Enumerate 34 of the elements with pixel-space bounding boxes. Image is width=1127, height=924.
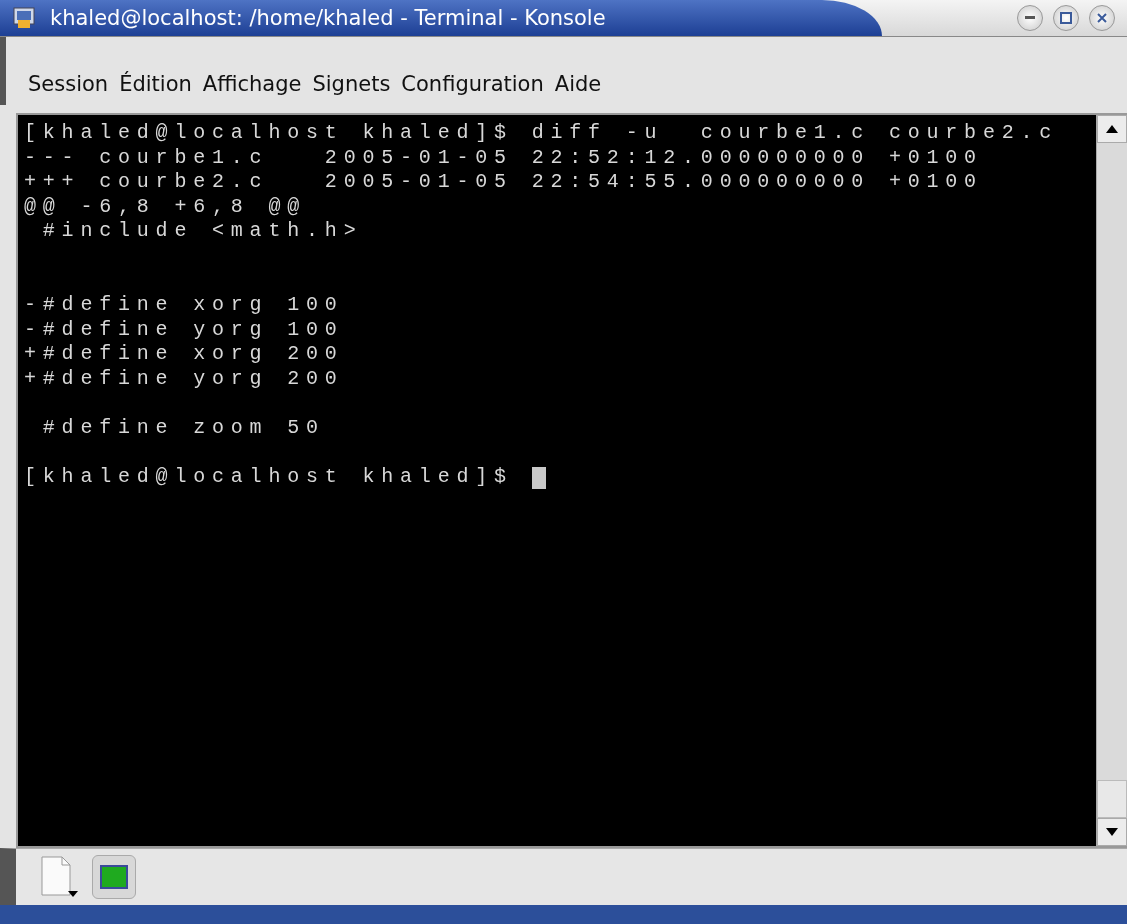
terminal-session-button[interactable] <box>92 855 136 899</box>
menu-item[interactable]: Session <box>28 72 109 96</box>
terminal-line: -#define yorg 100 <box>24 317 344 343</box>
close-icon <box>1096 12 1108 24</box>
scroll-up-button[interactable] <box>1097 115 1127 143</box>
minimize-icon <box>1025 16 1035 20</box>
maximize-button[interactable] <box>1053 5 1079 31</box>
terminal-line: +++ courbe2.c 2005-01-05 22:54:55.000000000 +0100 <box>24 170 983 195</box>
minimize-button[interactable] <box>1017 5 1043 31</box>
terminal-line: #define zoom 50 <box>41 416 325 441</box>
scroll-thumb[interactable] <box>1097 780 1127 818</box>
menu-item[interactable]: Aide <box>554 72 602 96</box>
scroll-down-button[interactable] <box>1097 818 1127 846</box>
document-icon <box>38 855 78 899</box>
terminal-line: @@ -6,8 +6,8 @@ <box>24 194 307 220</box>
terminal-line: -#define xorg 100 <box>24 293 344 318</box>
terminal-app-icon <box>12 6 36 30</box>
terminal-line: #include <math.h> <box>41 219 363 244</box>
menu-item[interactable]: Configuration <box>401 72 544 96</box>
maximize-icon <box>1060 12 1072 24</box>
window-title: khaled@localhost: /home/khaled - Terminal - Konsole <box>50 6 606 30</box>
terminal-line: [khaled@localhost khaled]$ diff -u courbe1.c courbe2.c <box>24 121 1059 146</box>
up-arrow-icon <box>1106 125 1118 133</box>
terminal-line: +#define xorg 200 <box>24 342 344 367</box>
menu-item[interactable]: Signets <box>312 72 391 96</box>
menu-item[interactable]: Édition <box>119 72 192 96</box>
terminal-line: --- courbe1.c 2005-01-05 22:52:12.000000000 +0100 <box>24 145 983 171</box>
text-cursor <box>531 466 546 489</box>
terminal-line: +#define yorg 200 <box>24 366 344 392</box>
down-arrow-icon <box>1106 828 1118 836</box>
monitor-icon <box>100 865 128 889</box>
close-button[interactable] <box>1089 5 1115 31</box>
terminal-prompt: [khaled@localhost khaled]$ <box>24 465 514 490</box>
menu-item[interactable]: Affichage <box>202 72 302 96</box>
